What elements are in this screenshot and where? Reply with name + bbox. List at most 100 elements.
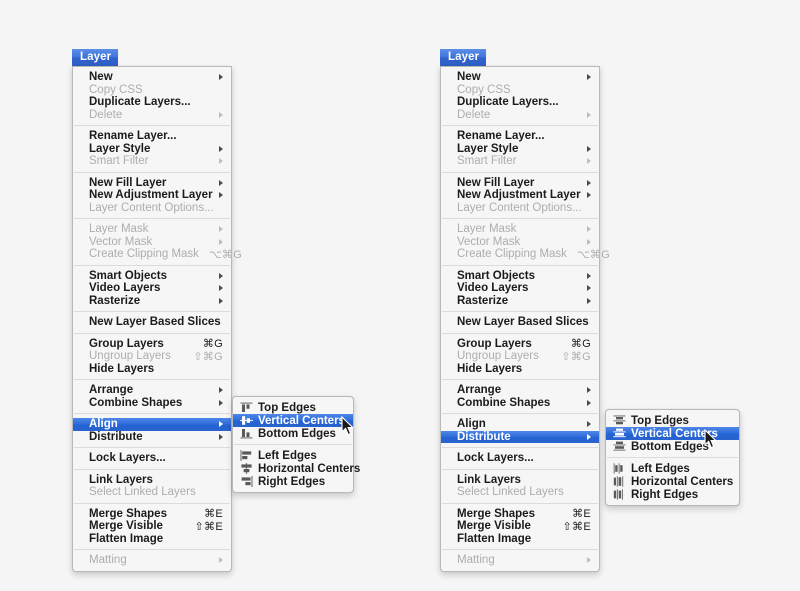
menu-separator (74, 468, 230, 470)
submenu-item-right-edges[interactable]: Right Edges (233, 475, 353, 488)
menu-item-link-layers[interactable]: Link Layers (73, 474, 231, 487)
menu-item-distribute[interactable]: Distribute (441, 430, 599, 443)
menu-item-merge-shapes[interactable]: Merge Shapes ⌘E (73, 508, 231, 521)
menu-item-label: Flatten Image (457, 532, 532, 545)
menu-item-video-layers[interactable]: Video Layers (73, 282, 231, 295)
menu-item-flatten-image[interactable]: Flatten Image (441, 533, 599, 546)
layer-menu-left[interactable]: New Copy CSS Duplicate Layers... Delete Rena… (72, 66, 242, 572)
menu-item-label: New Fill Layer (457, 176, 535, 189)
submenu-item-bottom-edges[interactable]: Bottom Edges (606, 440, 739, 453)
menu-item-video-layers[interactable]: Video Layers (441, 282, 599, 295)
submenu-item-right-edges[interactable]: Right Edges (606, 488, 739, 501)
menu-item-lock-layers[interactable]: Lock Layers... (441, 452, 599, 465)
menu-item-select-linked-layers: Select Linked Layers (441, 486, 599, 499)
menu-item-new[interactable]: New (73, 71, 231, 84)
submenu-item-label: Bottom Edges (258, 427, 336, 440)
chevron-right-icon (219, 399, 223, 406)
submenu-item-top-edges[interactable]: Top Edges (233, 401, 353, 414)
menu-item-layer-mask: Layer Mask (73, 223, 231, 236)
menu-item-rename-layer[interactable]: Rename Layer... (441, 130, 599, 143)
chevron-right-icon (219, 557, 223, 564)
menu-separator (442, 549, 598, 550)
chevron-right-icon (219, 226, 223, 233)
menu-item-label: Layer Mask (457, 223, 517, 236)
menu-title-layer-right[interactable]: Layer (440, 49, 487, 66)
menu-item-hide-layers[interactable]: Hide Layers (73, 363, 231, 376)
chevron-right-icon (587, 226, 591, 233)
menu-item-label: Align (89, 418, 118, 431)
menu-item-align[interactable]: Align (73, 418, 231, 431)
menu-item-label: Hide Layers (457, 362, 523, 375)
menu-item-label: Layer Style (457, 142, 519, 155)
menu-item-flatten-image[interactable]: Flatten Image (73, 533, 231, 546)
menu-item-merge-shapes[interactable]: Merge Shapes ⌘E (441, 508, 599, 521)
menu-item-smart-objects[interactable]: Smart Objects (441, 270, 599, 283)
distribute-bottom-edges-icon (613, 441, 626, 452)
menu-item-hide-layers[interactable]: Hide Layers (441, 363, 599, 376)
menu-item-lock-layers[interactable]: Lock Layers... (73, 452, 231, 465)
menu-item-duplicate-layers[interactable]: Duplicate Layers... (441, 96, 599, 109)
chevron-right-icon (219, 74, 223, 81)
menu-item-smart-objects[interactable]: Smart Objects (73, 270, 231, 283)
menu-item-label: Layer Content Options... (89, 201, 214, 214)
align-bottom-edges-icon (240, 428, 253, 439)
menu-item-shortcut: ⌥⌘G (208, 248, 243, 261)
menu-title-layer-left[interactable]: Layer (72, 49, 119, 66)
menu-item-layer-style[interactable]: Layer Style (73, 143, 231, 156)
submenu-item-left-edges[interactable]: Left Edges (606, 462, 739, 475)
submenu-item-label: Horizontal Centers (258, 462, 361, 475)
submenu-item-vertical-centers[interactable]: Vertical Centers (606, 427, 739, 440)
menu-item-new-fill-layer[interactable]: New Fill Layer (441, 177, 599, 190)
submenu-item-left-edges[interactable]: Left Edges (233, 449, 353, 462)
align-vertical-centers-icon (240, 415, 253, 426)
menu-item-new-fill-layer[interactable]: New Fill Layer (73, 177, 231, 190)
menu-item-copy-css: Copy CSS (73, 84, 231, 97)
menu-item-link-layers[interactable]: Link Layers (441, 474, 599, 487)
menu-item-label: Video Layers (457, 282, 529, 295)
menu-item-delete: Delete (73, 109, 231, 122)
menu-item-shortcut: ⇧⌘E (194, 520, 223, 533)
menu-item-smart-filter: Smart Filter (441, 155, 599, 168)
menu-item-label: Rename Layer... (89, 130, 177, 143)
menu-item-align[interactable]: Align (441, 418, 599, 431)
menu-item-new[interactable]: New (441, 71, 599, 84)
menu-item-new-adjustment-layer[interactable]: New Adjustment Layer (441, 189, 599, 202)
menu-item-new-adjustment-layer[interactable]: New Adjustment Layer (73, 189, 231, 202)
chevron-right-icon (219, 145, 223, 152)
menu-item-merge-visible[interactable]: Merge Visible ⇧⌘E (441, 520, 599, 533)
chevron-right-icon (587, 297, 591, 304)
menu-item-layer-style[interactable]: Layer Style (441, 143, 599, 156)
submenu-item-label: Bottom Edges (631, 440, 709, 453)
menu-item-group-layers[interactable]: Group Layers ⌘G (73, 338, 231, 351)
submenu-item-top-edges[interactable]: Top Edges (606, 414, 739, 427)
submenu-item-bottom-edges[interactable]: Bottom Edges (233, 427, 353, 440)
menu-item-combine-shapes[interactable]: Combine Shapes (73, 397, 231, 410)
menu-item-rename-layer[interactable]: Rename Layer... (73, 130, 231, 143)
menu-item-duplicate-layers[interactable]: Duplicate Layers... (73, 96, 231, 109)
menu-item-rasterize[interactable]: Rasterize (441, 295, 599, 308)
submenu-item-vertical-centers[interactable]: Vertical Centers (233, 414, 353, 427)
menu-item-label: Lock Layers... (457, 452, 534, 465)
submenu-item-horizontal-centers[interactable]: Horizontal Centers (233, 462, 360, 475)
menu-item-rasterize[interactable]: Rasterize (73, 295, 231, 308)
menu-separator (442, 171, 598, 173)
menu-item-label: Merge Shapes (89, 507, 167, 520)
menu-item-combine-shapes[interactable]: Combine Shapes (441, 397, 599, 410)
menu-item-group-layers[interactable]: Group Layers ⌘G (441, 338, 599, 351)
menu-item-merge-visible[interactable]: Merge Visible ⇧⌘E (73, 520, 231, 533)
layer-menu-right[interactable]: New Copy CSS Duplicate Layers... Delete Rena… (440, 66, 610, 572)
distribute-submenu[interactable]: Top Edges Vertical Centers Bottom Edges Lef… (605, 409, 740, 506)
menu-item-shortcut: ⇧⌘G (561, 350, 591, 363)
menu-item-label: Matting (89, 554, 127, 567)
menu-item-new-layer-based-slices[interactable]: New Layer Based Slices (73, 316, 231, 329)
align-submenu[interactable]: Top Edges Vertical Centers Bottom Edges Lef… (232, 396, 360, 493)
submenu-item-label: Vertical Centers (258, 414, 345, 427)
chevron-right-icon (219, 297, 223, 304)
menu-item-distribute[interactable]: Distribute (73, 431, 231, 444)
menu-item-new-layer-based-slices[interactable]: New Layer Based Slices (441, 316, 599, 329)
menu-item-arrange[interactable]: Arrange (73, 384, 231, 397)
menu-item-layer-content-options: Layer Content Options... (73, 202, 231, 215)
menu-item-arrange[interactable]: Arrange (441, 384, 599, 397)
submenu-item-horizontal-centers[interactable]: Horizontal Centers (606, 475, 739, 488)
menu-item-vector-mask: Vector Mask (73, 236, 231, 249)
